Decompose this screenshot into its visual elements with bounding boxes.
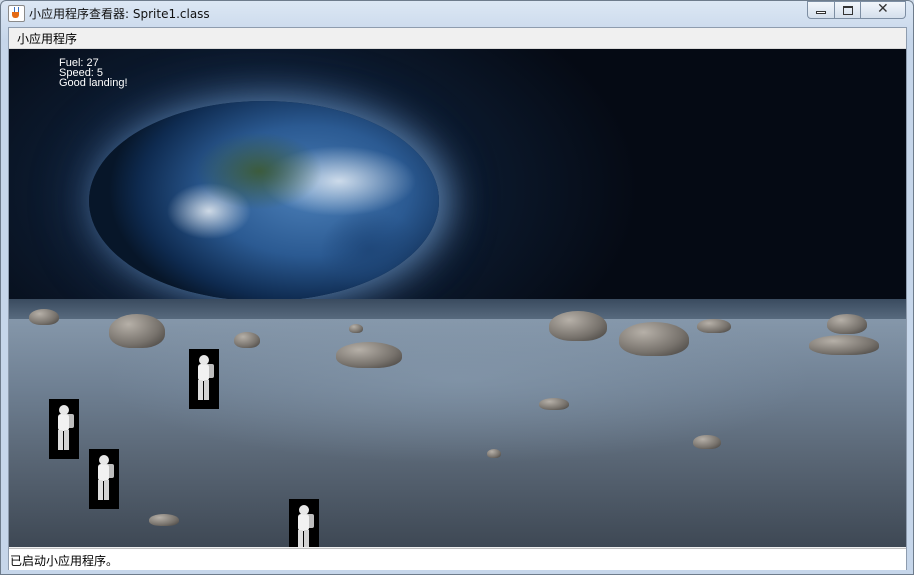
moon-rock [149,514,179,526]
title-bar[interactable]: 小应用程序查看器: Sprite1.class ✕ [1,1,913,25]
close-button[interactable]: ✕ [860,1,906,19]
status-bar: 已启动小应用程序。 [9,548,906,570]
earth-image [89,101,439,301]
moon-rock [549,311,607,341]
moon-rock [827,314,867,334]
hud-overlay: Fuel: 27 Speed: 5 Good landing! [59,58,128,89]
close-icon: ✕ [877,1,889,17]
maximize-button[interactable] [834,1,861,19]
astronaut-icon [197,355,214,403]
astronaut-sprite [89,449,119,509]
moon-rock [336,342,402,368]
applet-canvas[interactable]: Fuel: 27 Speed: 5 Good landing! [9,49,906,547]
moon-rock [487,449,501,458]
moon-rock [697,319,731,333]
menu-applet[interactable]: 小应用程序 [15,30,79,47]
moon-rock [809,335,879,355]
minimize-icon [816,11,826,14]
moon-rock [619,322,689,356]
minimize-button[interactable] [807,1,835,19]
moon-rock [109,314,165,348]
moon-rock [349,324,363,333]
astronaut-sprite [189,349,219,409]
moon-rock [234,332,260,348]
astronaut-icon [97,455,114,503]
moon-rock [29,309,59,325]
window-title: 小应用程序查看器: Sprite1.class [29,7,210,21]
lunar-surface [9,319,906,547]
astronaut-icon [297,505,314,547]
astronaut-sprite [49,399,79,459]
menu-bar: 小应用程序 [9,28,906,49]
moon-rock [539,398,569,410]
maximize-icon [843,6,853,15]
client-area: 小应用程序 Fuel: 27 Speed: 5 Good landing! 已启… [8,27,907,570]
moon-rock [693,435,721,449]
astronaut-sprite [289,499,319,547]
landing-message: Good landing! [59,77,128,89]
astronaut-icon [57,405,74,453]
status-text: 已启动小应用程序。 [10,554,119,568]
applet-viewer-window: 小应用程序查看器: Sprite1.class ✕ 小应用程序 Fuel: 27… [0,0,914,575]
java-cup-icon[interactable] [8,5,25,22]
